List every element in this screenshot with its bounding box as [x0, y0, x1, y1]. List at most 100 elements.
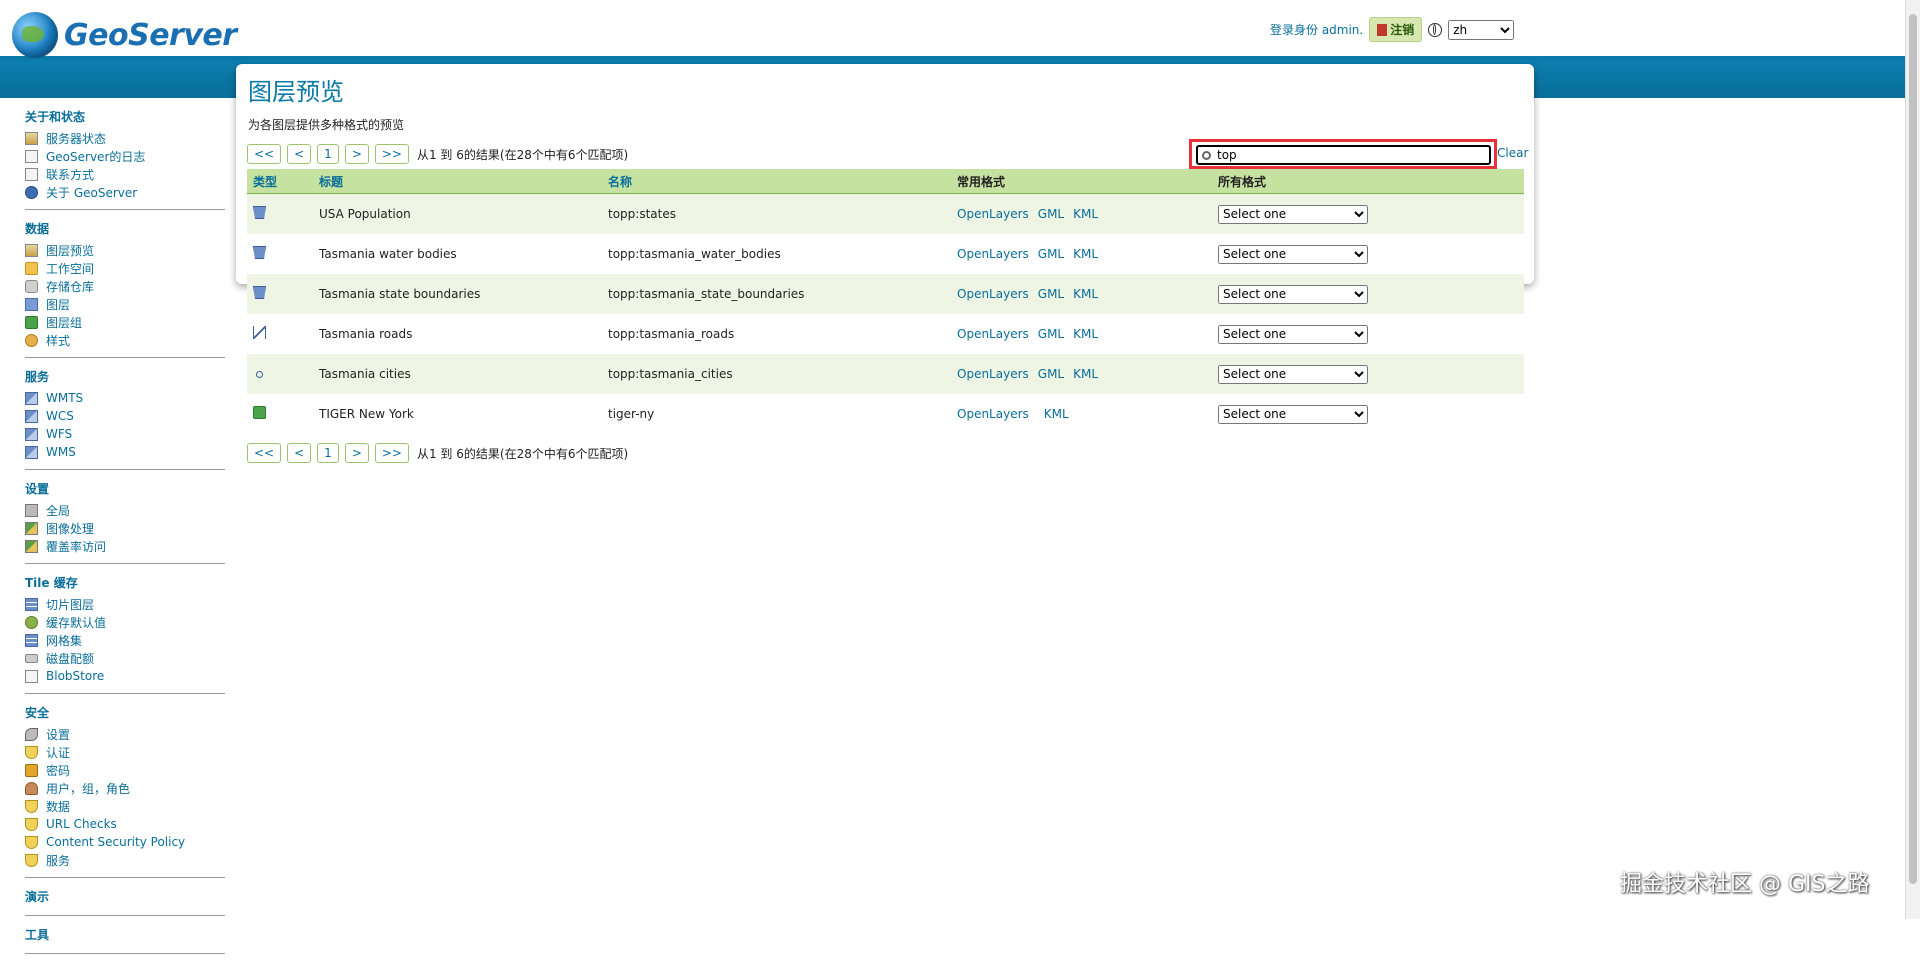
cell-all-formats: Select one — [1218, 324, 1524, 344]
service-icon — [25, 445, 38, 459]
format-link-kml[interactable]: KML — [1044, 407, 1069, 421]
header-title[interactable]: 标题 — [319, 173, 608, 190]
format-link-openlayers[interactable]: OpenLayers — [957, 327, 1029, 341]
cell-title: Tasmania state boundaries — [319, 287, 481, 301]
pager-first-button[interactable]: << — [247, 144, 282, 164]
search-icon — [1202, 150, 1211, 160]
format-link-gml[interactable]: GML — [1038, 247, 1064, 261]
sidebar-item[interactable]: 工作空间 — [25, 259, 225, 277]
format-link-openlayers[interactable]: OpenLayers — [957, 207, 1029, 221]
sidebar-item[interactable]: 网格集 — [25, 631, 225, 649]
language-select[interactable]: zh — [1448, 19, 1515, 40]
sidebar-item[interactable]: 联系方式 — [25, 165, 225, 183]
sidebar-item[interactable]: BlobStore — [25, 667, 225, 685]
cell-type — [247, 286, 319, 302]
image-icon — [25, 539, 38, 553]
format-select[interactable]: Select one — [1218, 204, 1368, 224]
format-link-gml[interactable]: GML — [1038, 287, 1064, 301]
sidebar-item[interactable]: 全局 — [25, 501, 225, 519]
format-link-gml[interactable]: GML — [1038, 367, 1064, 381]
format-link-kml[interactable]: KML — [1073, 207, 1098, 221]
sidebar-item[interactable]: 服务 — [25, 851, 225, 869]
key-icon — [25, 727, 38, 741]
sidebar-item[interactable]: 磁盘配额 — [25, 649, 225, 667]
sidebar-item[interactable]: 切片图层 — [25, 595, 225, 613]
sidebar-item-label: WMS — [46, 445, 76, 459]
sidebar-item-label: 样式 — [46, 333, 71, 348]
pager-last-button[interactable]: >> — [374, 144, 409, 164]
sidebar-item[interactable]: 用户，组，角色 — [25, 779, 225, 797]
sidebar-item[interactable]: 服务器状态 — [25, 129, 225, 147]
pager-last-button[interactable]: >> — [374, 443, 409, 463]
sidebar-item[interactable]: 覆盖率访问 — [25, 537, 225, 555]
sidebar-item[interactable]: 样式 — [25, 331, 225, 349]
sidebar-item[interactable]: 缓存默认值 — [25, 613, 225, 631]
clear-link[interactable]: Clear — [1497, 146, 1528, 160]
format-select[interactable]: Select one — [1218, 284, 1368, 304]
search-box[interactable] — [1196, 145, 1491, 165]
cell-type — [247, 367, 319, 381]
header-type[interactable]: 类型 — [247, 173, 319, 190]
sidebar-item[interactable]: WMS — [25, 443, 225, 461]
format-select[interactable]: Select one — [1218, 404, 1368, 424]
format-select[interactable]: Select one — [1218, 364, 1368, 384]
sidebar-item[interactable]: WMTS — [25, 389, 225, 407]
format-link-openlayers[interactable]: OpenLayers — [957, 407, 1029, 421]
pager-first-button[interactable]: << — [247, 443, 282, 463]
sidebar-item-label: 全局 — [46, 503, 71, 518]
sidebar-item[interactable]: WFS — [25, 425, 225, 443]
grid-icon — [25, 633, 38, 647]
sidebar-item[interactable]: 关于 GeoServer — [25, 183, 225, 201]
pager-next-button[interactable]: > — [344, 443, 369, 463]
sidebar-item[interactable]: 图像处理 — [25, 519, 225, 537]
sidebar-item[interactable]: 认证 — [25, 743, 225, 761]
format-link-openlayers[interactable]: OpenLayers — [957, 247, 1029, 261]
format-link-gml[interactable]: GML — [1038, 327, 1064, 341]
login-status: 登录身份 admin. — [1270, 23, 1364, 37]
sidebar-item[interactable]: Content Security Policy — [25, 833, 225, 851]
pager-next-button[interactable]: > — [344, 144, 369, 164]
sidebar-item[interactable]: 密码 — [25, 761, 225, 779]
format-link-kml[interactable]: KML — [1073, 287, 1098, 301]
sidebar-item[interactable]: 图层预览 — [25, 241, 225, 259]
folder-icon — [25, 261, 38, 275]
document-icon — [25, 167, 38, 181]
page-title: 图层预览 — [248, 78, 344, 106]
header-name[interactable]: 名称 — [608, 173, 957, 190]
sidebar-item[interactable]: 存储仓库 — [25, 277, 225, 295]
format-select[interactable]: Select one — [1218, 244, 1368, 264]
sidebar-item[interactable]: 图层组 — [25, 313, 225, 331]
sidebar-section-title: 服务 — [25, 370, 50, 384]
pager-prev-button[interactable]: < — [287, 443, 312, 463]
geoserver-logo[interactable]: GeoServer — [12, 12, 237, 58]
sidebar-item[interactable]: WCS — [25, 407, 225, 425]
cell-name: topp:tasmania_cities — [608, 367, 733, 381]
scrollbar-thumb[interactable] — [1909, 14, 1917, 884]
sidebar-item[interactable]: GeoServer的日志 — [25, 147, 225, 165]
sidebar-item[interactable]: 设置 — [25, 725, 225, 743]
logout-button[interactable]: 注销 — [1369, 17, 1423, 42]
sidebar-item-label: URL Checks — [46, 817, 117, 831]
table-row: Tasmania water bodies topp:tasmania_water… — [247, 234, 1524, 274]
format-link-openlayers[interactable]: OpenLayers — [957, 287, 1029, 301]
sidebar-item-label: 存储仓库 — [46, 279, 95, 294]
pager-prev-button[interactable]: < — [287, 144, 312, 164]
sidebar-item[interactable]: URL Checks — [25, 815, 225, 833]
watermark: 掘金技术社区 @ GIS之路 — [1620, 872, 1870, 897]
map-preview-icon — [25, 243, 38, 257]
format-link-gml[interactable]: GML — [1038, 207, 1064, 221]
sidebar-item[interactable]: 数据 — [25, 797, 225, 815]
pager-page-button[interactable]: 1 — [317, 443, 339, 463]
page-scrollbar[interactable] — [1905, 0, 1920, 919]
disk-icon — [25, 653, 38, 663]
sidebar-item[interactable]: 图层 — [25, 295, 225, 313]
cell-common-formats: OpenLayers GML KML — [957, 207, 1218, 221]
format-select[interactable]: Select one — [1218, 324, 1368, 344]
sidebar-section-title: 数据 — [25, 222, 50, 236]
search-input[interactable] — [1217, 148, 1467, 162]
format-link-kml[interactable]: KML — [1073, 327, 1098, 341]
format-link-kml[interactable]: KML — [1073, 367, 1098, 381]
format-link-kml[interactable]: KML — [1073, 247, 1098, 261]
format-link-openlayers[interactable]: OpenLayers — [957, 367, 1029, 381]
pager-page-button[interactable]: 1 — [317, 144, 339, 164]
